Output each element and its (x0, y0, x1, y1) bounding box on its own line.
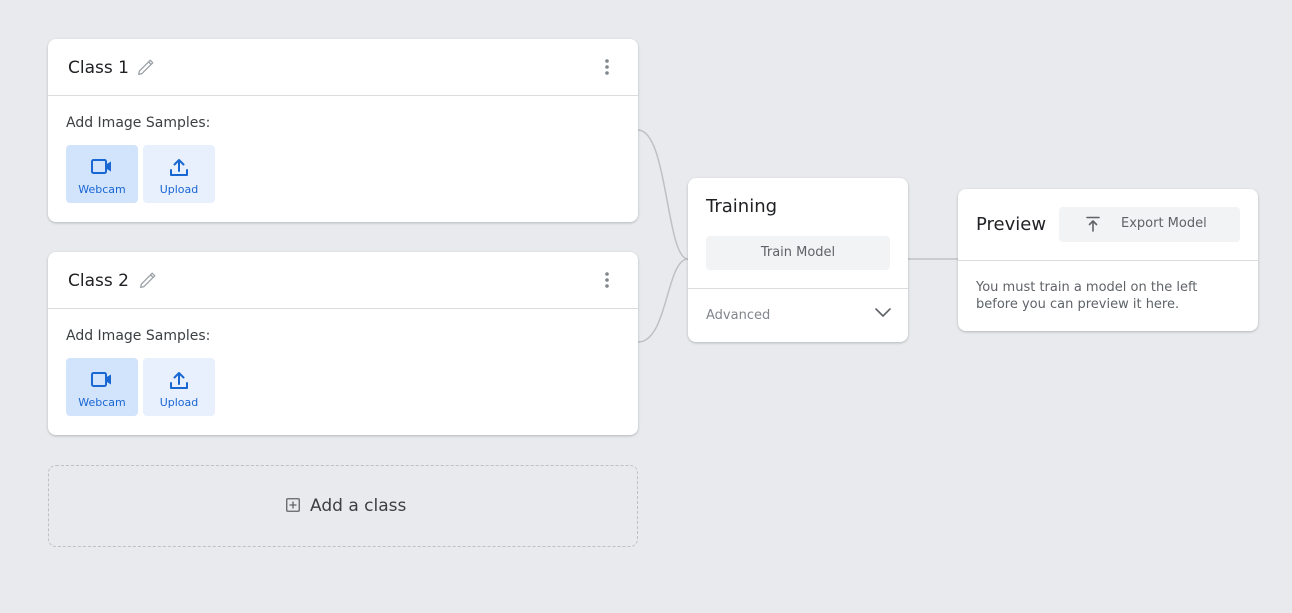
export-model-button[interactable]: Export Model (1059, 207, 1240, 242)
app-canvas: Class 1 Add Image Samples: Webcam Upload… (0, 0, 1292, 613)
webcam-button[interactable]: Webcam (66, 358, 138, 416)
upload-icon (170, 159, 188, 176)
export-model-label: Export Model (1121, 216, 1207, 231)
advanced-label: Advanced (706, 308, 771, 323)
plus-box-icon (286, 498, 300, 512)
add-class-label: Add a class (310, 496, 407, 516)
class-title[interactable]: Class 1 (68, 58, 129, 78)
webcam-icon (91, 372, 111, 387)
upload-label: Upload (159, 183, 199, 196)
upload-button[interactable]: Upload (143, 145, 215, 203)
webcam-icon (91, 159, 111, 174)
train-model-label: Train Model (760, 245, 836, 260)
webcam-label: Webcam (78, 396, 126, 409)
class-header: Class 2 (48, 252, 638, 309)
add-samples-label: Add Image Samples: (66, 328, 211, 344)
connector-class2-training (637, 258, 689, 343)
class-card-2: Class 2 Add Image Samples: Webcam Upload (48, 252, 638, 435)
training-title: Training (706, 196, 778, 217)
preview-title: Preview (976, 214, 1047, 235)
pencil-icon[interactable] (137, 269, 159, 291)
upload-button[interactable]: Upload (143, 358, 215, 416)
preview-card: Preview Export Model You must train a mo… (958, 189, 1258, 331)
upload-label: Upload (159, 396, 199, 409)
chevron-down-icon (875, 308, 891, 317)
class-card-1: Class 1 Add Image Samples: Webcam Upload (48, 39, 638, 222)
train-model-button[interactable]: Train Model (706, 236, 890, 270)
more-vert-icon[interactable] (596, 269, 618, 291)
pencil-icon[interactable] (135, 56, 157, 78)
more-vert-icon[interactable] (596, 56, 618, 78)
upload-icon (170, 372, 188, 389)
connector-class1-training (637, 129, 689, 260)
advanced-toggle[interactable]: Advanced (688, 289, 908, 342)
preview-message: You must train a model on the left befor… (976, 280, 1198, 312)
add-class-button[interactable]: Add a class (48, 465, 638, 547)
training-card: Training Train Model Advanced (688, 178, 908, 342)
add-samples-label: Add Image Samples: (66, 115, 211, 131)
divider (958, 260, 1258, 261)
class-title[interactable]: Class 2 (68, 271, 129, 291)
export-icon (1086, 216, 1100, 232)
class-header: Class 1 (48, 39, 638, 96)
webcam-button[interactable]: Webcam (66, 145, 138, 203)
webcam-label: Webcam (78, 183, 126, 196)
